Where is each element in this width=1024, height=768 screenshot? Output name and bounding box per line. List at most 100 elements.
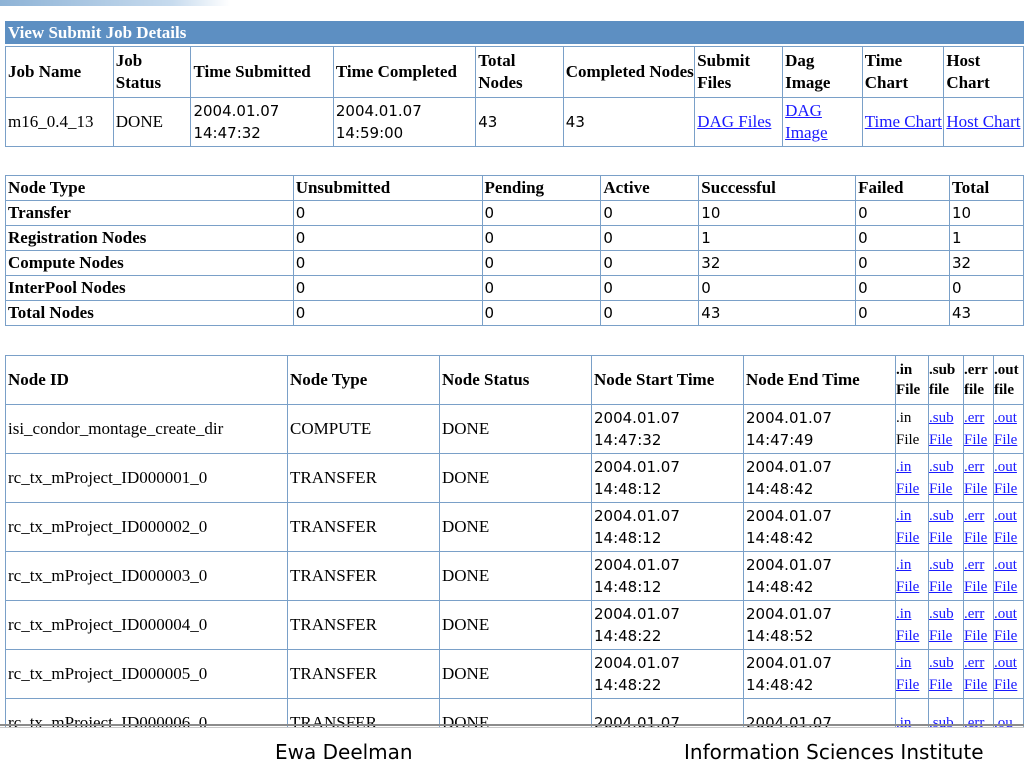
node-end-time: 2004.01.07 14:48:42 [743,453,896,503]
in-file-link[interactable]: .in File [897,655,920,693]
in-file-link-cell: .in File [895,600,929,650]
dag-image-link[interactable]: DAG Image [785,101,827,142]
err-file-link-cell: .err File [963,649,994,699]
sub-file-link[interactable]: .sub File [930,508,954,546]
node-type: TRANSFER [287,502,440,552]
summary-row-total: Total Nodes 0 0 0 43 0 43 [5,300,1024,326]
col-out-file: .out file [993,355,1024,405]
node-status: DONE [439,649,592,699]
job-completed-nodes: 43 [562,97,696,147]
node-status: DONE [439,600,592,650]
sub-file-link[interactable]: .sub File [930,655,954,693]
summary-cell: 10 [949,200,1024,226]
job-name: m16_0.4_13 [5,97,114,147]
col-node-start-time: Node Start Time [591,355,744,405]
summary-cell: 0 [481,200,602,226]
summary-cell: 0 [855,300,951,326]
col-time-chart: Time Chart [861,46,945,98]
summary-cell: 32 [949,250,1024,276]
summary-row-transfer: Transfer 0 0 0 10 0 10 [5,200,1024,226]
node-rows: isi_condor_montage_create_dir COMPUTE DONE… [5,404,1024,748]
summary-cell: 32 [698,250,857,276]
node-row: rc_tx_mProject_ID000004_0 TRANSFER DONE 200… [5,600,1024,650]
summary-cell: 0 [949,275,1024,301]
col-failed: Failed [855,175,951,201]
out-file-link[interactable]: .out File [995,606,1018,644]
node-end-time: 2004.01.07 14:47:49 [743,404,896,454]
dag-files-link[interactable]: DAG Files [697,112,771,131]
node-type: COMPUTE [287,404,440,454]
sub-file-link-cell: .sub File [928,502,964,552]
in-file-link[interactable]: .in File [897,557,920,595]
summary-header-row: Node Type Unsubmitted Pending Active Suc… [5,175,1024,201]
summary-cell: Compute Nodes [5,250,294,276]
in-file-link-cell: .in File [895,502,929,552]
summary-cell: 1 [949,225,1024,251]
out-file-link-cell: .out File [993,600,1024,650]
summary-cell: InterPool Nodes [5,275,294,301]
in-file-link-cell: .in File [895,453,929,503]
col-submit-files: Submit Files [694,46,784,98]
node-id: rc_tx_mProject_ID000005_0 [5,649,288,699]
node-status: DONE [439,453,592,503]
node-id: rc_tx_mProject_ID000003_0 [5,551,288,601]
node-status: DONE [439,502,592,552]
node-end-time: 2004.01.07 14:48:42 [743,649,896,699]
sub-file-link[interactable]: .sub File [930,606,954,644]
job-total-nodes: 43 [475,97,564,147]
col-pending: Pending [481,175,602,201]
err-file-link[interactable]: .err File [965,459,988,497]
nodes-header-row: Node ID Node Type Node Status Node Start… [5,355,1024,405]
err-file-link[interactable]: .err File [965,508,988,546]
in-file-link[interactable]: .in File [897,459,920,497]
err-file-link-cell: .err File [963,600,994,650]
summary-cell: 0 [481,275,602,301]
err-file-link-cell: .err File [963,404,994,454]
err-file-link-cell: .err File [963,453,994,503]
node-start-time: 2004.01.07 14:48:12 [591,502,744,552]
col-in-file: .in File [895,355,929,405]
col-successful: Successful [698,175,857,201]
node-row: rc_tx_mProject_ID000002_0 TRANSFER DONE 200… [5,502,1024,552]
err-file-link[interactable]: .err File [965,606,988,644]
err-file-link[interactable]: .err File [965,410,988,448]
out-file-link[interactable]: .out File [995,557,1018,595]
host-chart-link[interactable]: Host Chart [946,112,1020,131]
summary-row-registration: Registration Nodes 0 0 0 1 0 1 [5,225,1024,251]
in-file-link[interactable]: .in File [897,508,920,546]
sub-file-link[interactable]: .sub File [930,410,954,448]
summary-cell: 0 [855,225,951,251]
out-file-link[interactable]: .out File [995,410,1018,448]
col-err-file: .err file [963,355,994,405]
node-list-table: Node ID Node Type Node Status Node Start… [5,355,1024,748]
summary-cell: 0 [855,200,951,226]
in-file-link-cell: .in File [895,551,929,601]
top-decor-stripe [0,0,230,6]
sub-file-link[interactable]: .sub File [930,557,954,595]
col-dag-image: Dag Image [782,46,863,98]
out-file-link-cell: .out File [993,649,1024,699]
sub-file-link[interactable]: .sub File [930,459,954,497]
node-type: TRANSFER [287,600,440,650]
out-file-link[interactable]: .out File [995,459,1018,497]
out-file-link-cell: .out File [993,404,1024,454]
summary-cell: 0 [855,250,951,276]
col-time-submitted: Time Submitted [190,46,334,98]
node-type: TRANSFER [287,649,440,699]
col-active: Active [600,175,700,201]
err-file-link[interactable]: .err File [965,655,988,693]
summary-cell: 0 [600,300,700,326]
summary-cell: 10 [698,200,857,226]
node-row: rc_tx_mProject_ID000005_0 TRANSFER DONE 200… [5,649,1024,699]
in-file-link[interactable]: .in File [897,606,920,644]
summary-cell: 0 [481,225,602,251]
summary-cell: 0 [292,225,483,251]
summary-cell: 43 [949,300,1024,326]
col-host-chart: Host Chart [943,46,1024,98]
err-file-link[interactable]: .err File [965,557,988,595]
out-file-link[interactable]: .out File [995,508,1018,546]
sub-file-link-cell: .sub File [928,551,964,601]
time-chart-link[interactable]: Time Chart [865,112,942,131]
slide-footer: Ewa Deelman Information Sciences Institu… [0,728,1024,768]
out-file-link[interactable]: .out File [995,655,1018,693]
